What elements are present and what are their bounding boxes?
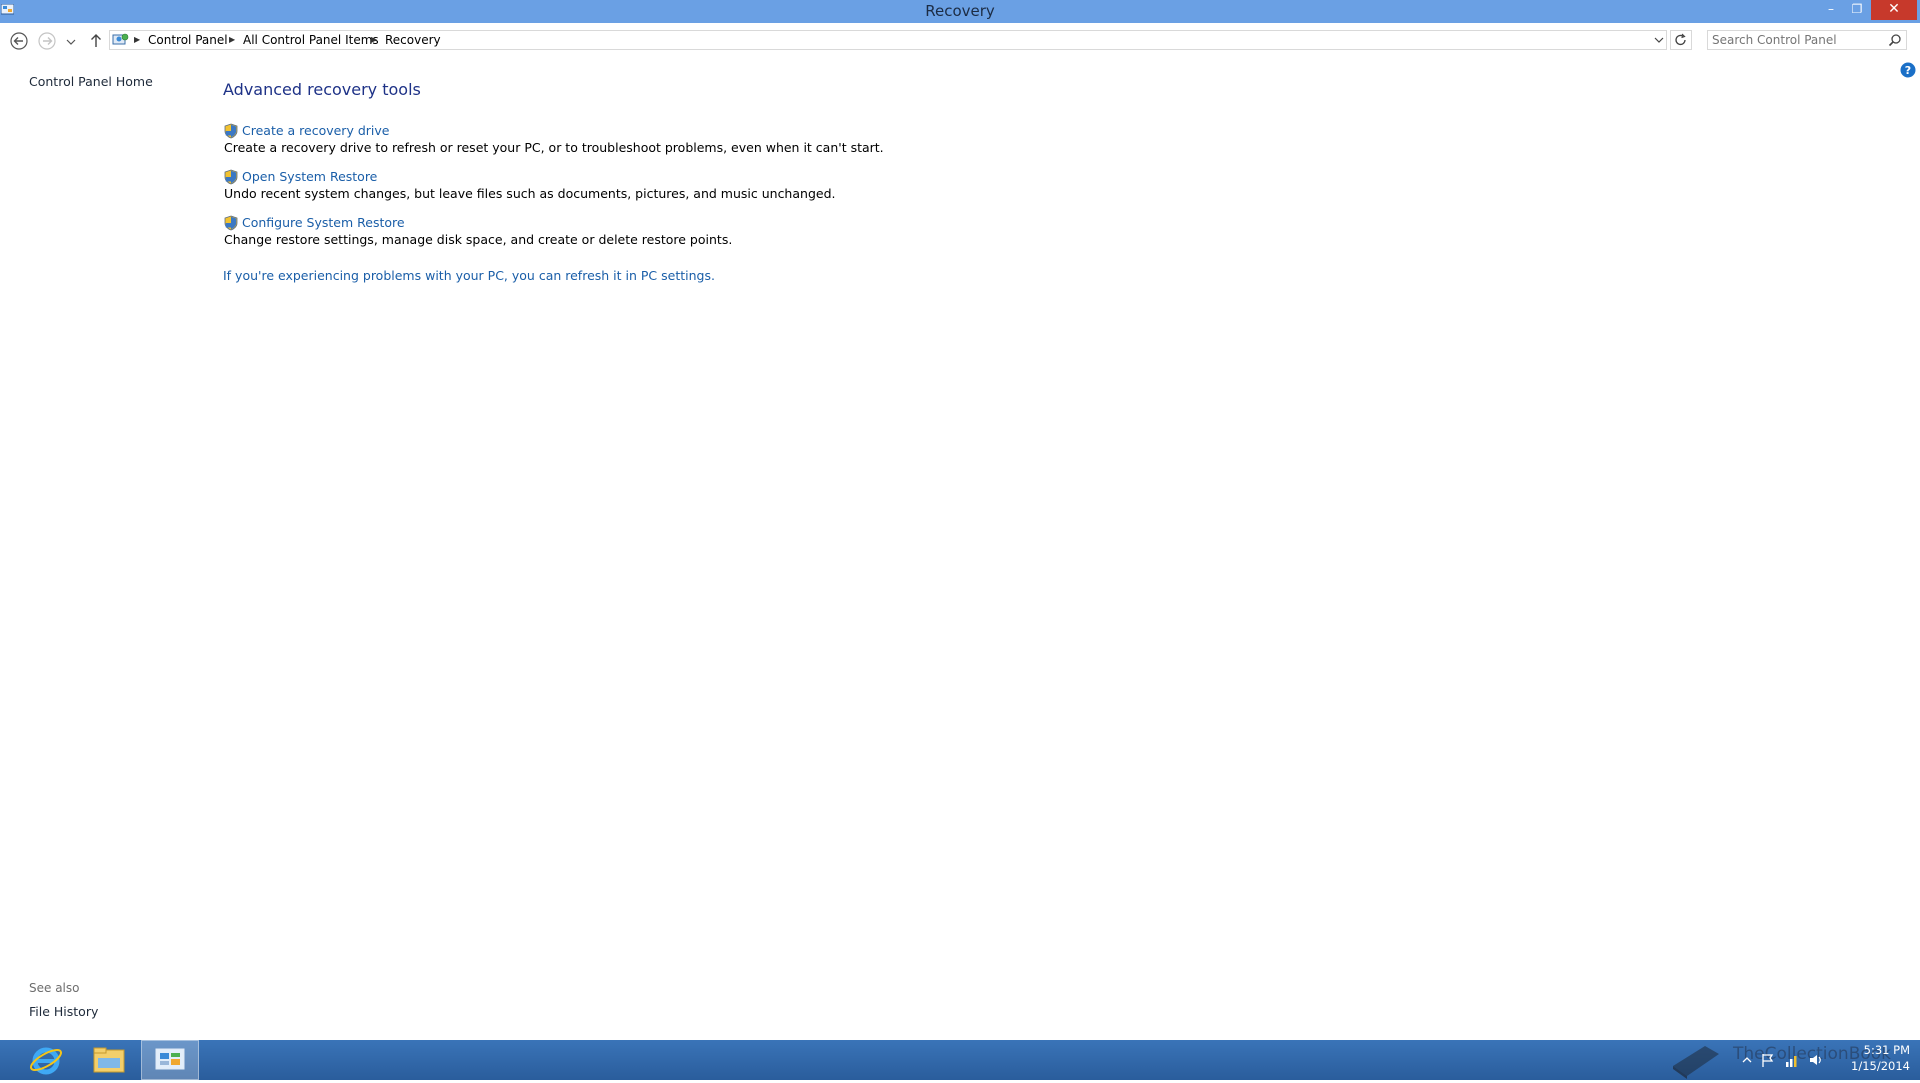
window-title: Recovery — [925, 2, 995, 20]
control-panel-taskbar-icon — [155, 1048, 185, 1070]
search-icon[interactable] — [1888, 33, 1902, 47]
search-box[interactable] — [1707, 30, 1907, 50]
page-title: Advanced recovery tools — [223, 80, 421, 99]
taskbar-control-panel[interactable] — [141, 1040, 199, 1080]
open-system-restore-description: Undo recent system changes, but leave fi… — [224, 186, 836, 201]
taskbar — [0, 1040, 1920, 1080]
up-arrow-icon[interactable] — [86, 31, 106, 51]
network-icon[interactable] — [1784, 1052, 1800, 1068]
internet-explorer-icon — [29, 1047, 63, 1075]
book-watermark-icon — [1673, 1046, 1719, 1079]
folder-icon — [93, 1047, 125, 1073]
breadcrumb-recovery[interactable]: Recovery — [385, 31, 441, 49]
see-also-label: See also — [29, 981, 80, 995]
control-panel-home-link[interactable]: Control Panel Home — [29, 74, 153, 89]
uac-shield-icon — [224, 215, 238, 231]
search-input[interactable] — [1712, 32, 1882, 48]
system-clock[interactable]: 5:31 PM 1/15/2014 — [1830, 1042, 1910, 1074]
breadcrumb-control-panel[interactable]: Control Panel — [148, 31, 228, 49]
create-recovery-drive-link[interactable]: Create a recovery drive — [242, 123, 389, 138]
breadcrumb-separator[interactable]: ▶ — [229, 31, 235, 49]
clock-time: 5:31 PM — [1863, 1043, 1910, 1057]
help-icon[interactable]: ? — [1900, 62, 1916, 78]
refresh-icon — [1675, 33, 1686, 46]
volume-icon[interactable] — [1808, 1052, 1824, 1068]
action-center-flag-icon[interactable] — [1760, 1052, 1776, 1068]
refresh-pc-settings-link[interactable]: If you're experiencing problems with you… — [223, 268, 715, 283]
recent-locations-chevron-icon[interactable] — [64, 31, 78, 51]
uac-shield-icon — [224, 123, 238, 139]
uac-shield-icon — [224, 169, 238, 185]
address-bar[interactable]: ▶ Control Panel ▶ All Control Panel Item… — [109, 30, 1667, 50]
left-navigation-pane: Control Panel Home See also File History — [0, 57, 210, 1037]
breadcrumb-all-control-panel-items[interactable]: All Control Panel Items — [243, 31, 379, 49]
show-hidden-icons-icon[interactable] — [1740, 1052, 1754, 1068]
refresh-button[interactable] — [1670, 30, 1692, 50]
maximize-button[interactable]: ❐ — [1844, 0, 1870, 20]
navigation-bar: ▶ Control Panel ▶ All Control Panel Item… — [0, 23, 1920, 57]
title-bar: Recovery – ❐ ✕ — [0, 0, 1920, 23]
taskbar-file-explorer[interactable] — [84, 1040, 134, 1080]
address-dropdown-icon[interactable] — [1651, 31, 1667, 49]
clock-date: 1/15/2014 — [1851, 1059, 1910, 1073]
close-button[interactable]: ✕ — [1871, 0, 1917, 20]
open-system-restore-link[interactable]: Open System Restore — [242, 169, 377, 184]
taskbar-internet-explorer[interactable] — [22, 1040, 72, 1080]
breadcrumb-separator[interactable]: ▶ — [134, 31, 140, 49]
configure-system-restore-description: Change restore settings, manage disk spa… — [224, 232, 733, 247]
back-arrow-icon[interactable] — [9, 31, 29, 51]
breadcrumb-separator[interactable]: ▶ — [371, 31, 377, 49]
create-recovery-drive-description: Create a recovery drive to refresh or re… — [224, 140, 884, 155]
svg-text:?: ? — [1905, 64, 1911, 77]
minimize-button[interactable]: – — [1818, 0, 1844, 20]
control-panel-icon — [112, 33, 129, 45]
configure-system-restore-link[interactable]: Configure System Restore — [242, 215, 405, 230]
main-content: Advanced recovery tools Create a recover… — [222, 57, 1872, 1037]
file-history-link[interactable]: File History — [29, 1004, 98, 1019]
forward-arrow-icon[interactable] — [37, 31, 57, 51]
